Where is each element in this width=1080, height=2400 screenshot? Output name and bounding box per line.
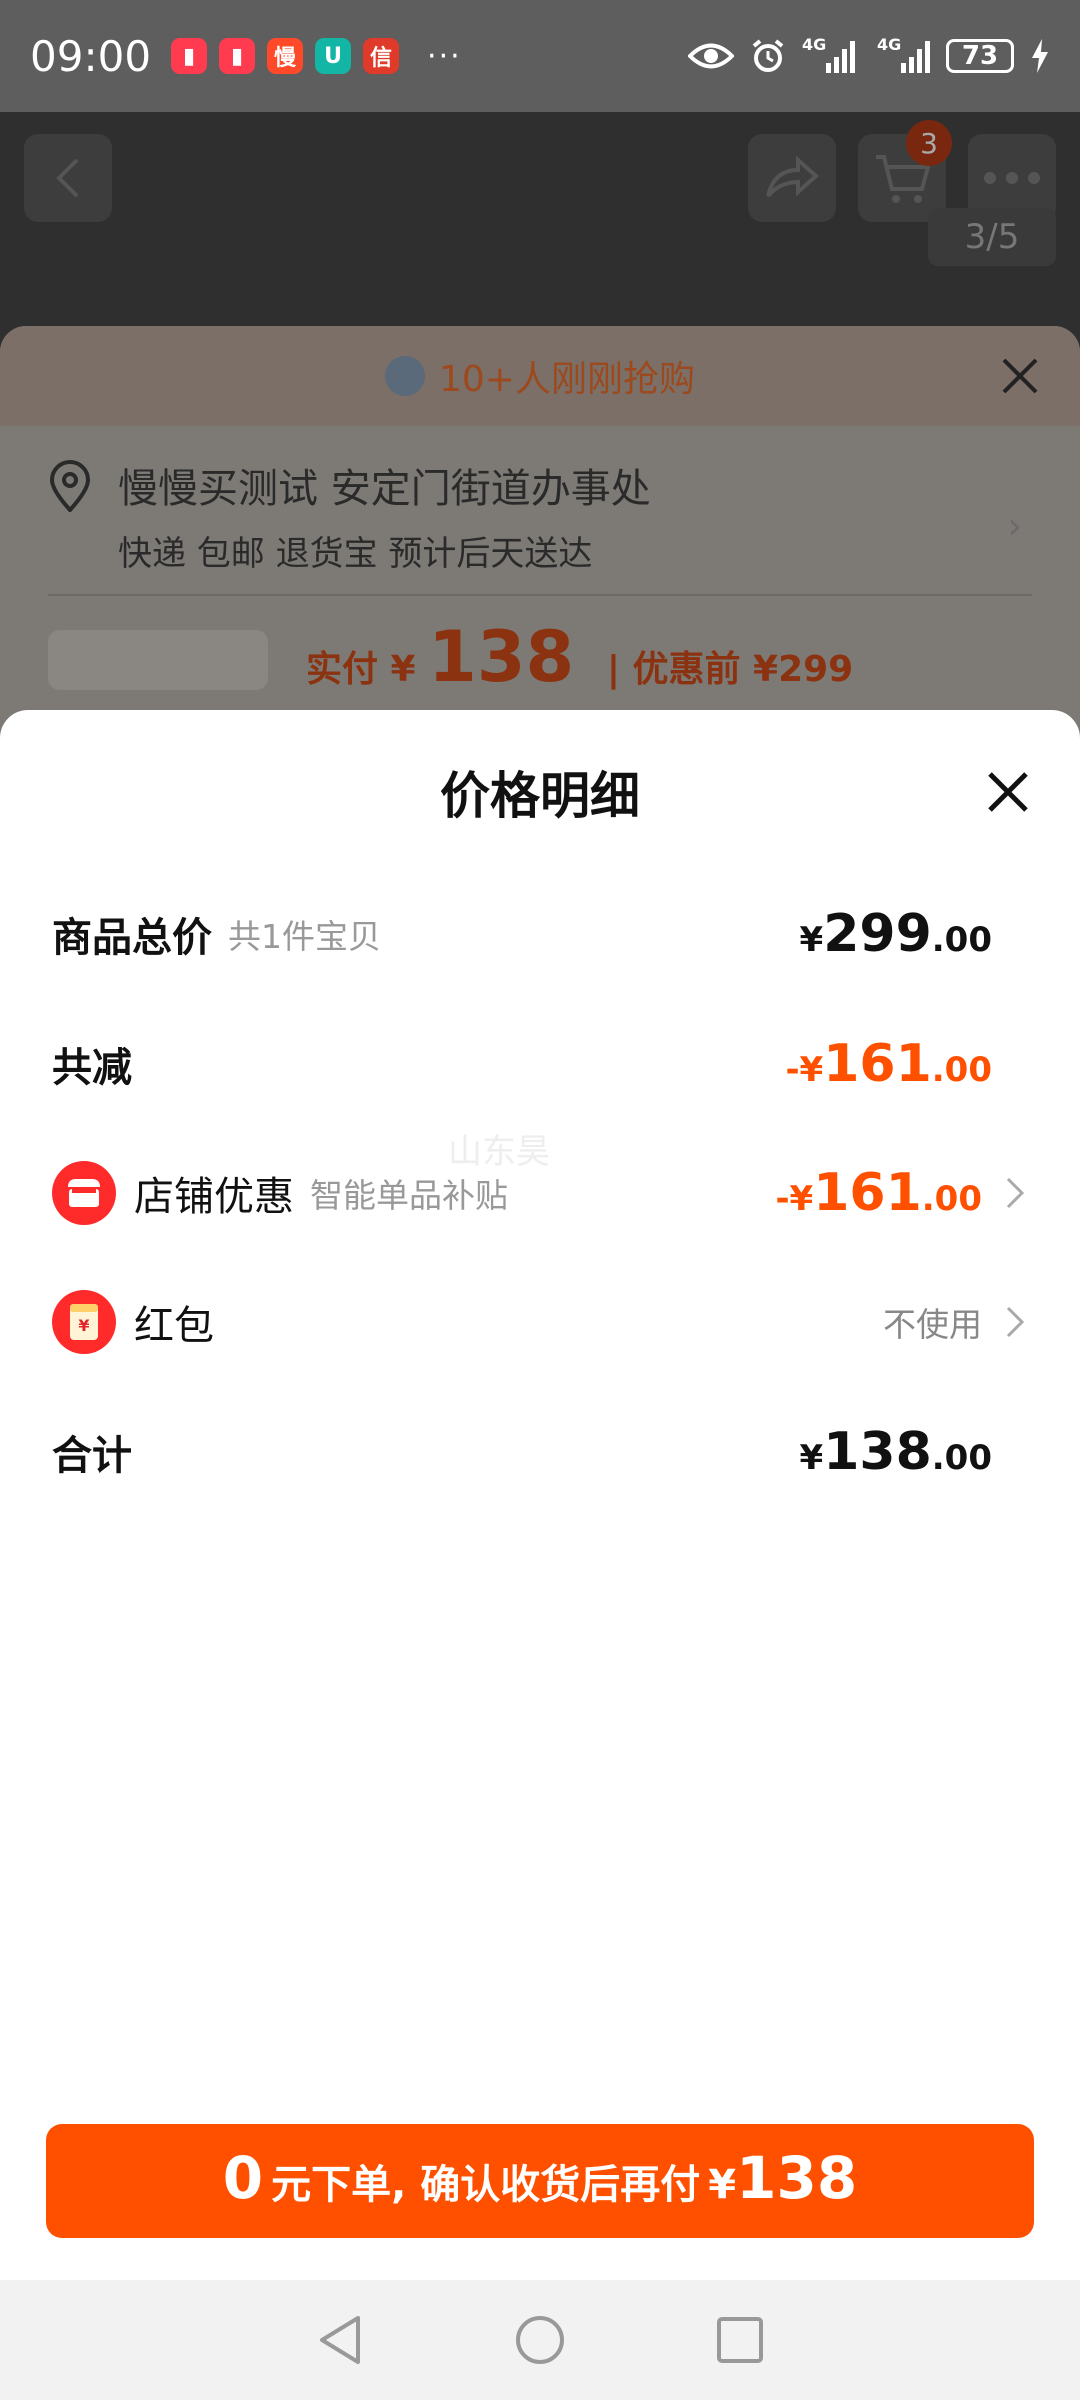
- divider: [48, 594, 1032, 596]
- svg-text:¥: ¥: [78, 1316, 89, 1335]
- battery-indicator: 73: [946, 39, 1014, 73]
- image-counter: 3/5: [928, 208, 1056, 266]
- cart-count-badge: 3: [906, 120, 952, 166]
- location-pin-icon: [49, 460, 91, 512]
- nav-back-button[interactable]: [310, 2310, 370, 2370]
- pay-label: 实付 ¥: [306, 649, 416, 690]
- red-packet-value: 不使用: [883, 1305, 982, 1344]
- back-arrow-icon: [56, 158, 79, 198]
- shop-coupon-sub: 智能单品补贴: [310, 1176, 508, 1215]
- sum-label: 合计: [52, 1433, 132, 1479]
- back-button[interactable]: [24, 134, 112, 222]
- original-price: | 优惠前 ¥299: [606, 649, 854, 690]
- red-packet-label: 红包: [134, 1303, 214, 1349]
- watermark: 山东昊: [448, 1132, 550, 1172]
- chevron-right-icon: ›: [1007, 506, 1022, 547]
- notification-icons: ▮ ▮ 慢 U 信 ···: [171, 38, 462, 74]
- row-red-packet[interactable]: ¥ 红包 不使用: [52, 1282, 1028, 1362]
- address-section[interactable]: 慢慢买测试 安定门街道办事处 快递 包邮 退货宝 预计后天送达 ›: [48, 456, 1032, 575]
- pay-amount: 138: [428, 616, 575, 698]
- row-sum: 合计 ¥138.00: [52, 1412, 1028, 1492]
- more-dots-icon: [984, 172, 1040, 184]
- red-packet-icon: ¥: [52, 1290, 116, 1354]
- alarm-icon: [752, 39, 784, 72]
- cta-yen: ¥: [708, 2162, 737, 2208]
- total-price-label: 商品总价: [52, 915, 212, 961]
- nav-recents-icon: [717, 2317, 763, 2363]
- place-order-button[interactable]: 0 元下单, 确认收货后再付 ¥ 138: [46, 2124, 1034, 2238]
- nav-home-icon: [516, 2316, 564, 2364]
- shop-coupon-label: 店铺优惠: [134, 1174, 294, 1220]
- red-book-icon: ▮: [171, 38, 208, 74]
- delivery-info: 快递 包邮 退货宝 预计后天送达: [118, 534, 593, 574]
- avatar: [385, 356, 425, 396]
- share-icon: [766, 156, 820, 198]
- status-bar: 09:00 ▮ ▮ 慢 U 信 ··· 4G 4G 73: [0, 0, 1080, 112]
- buyers-text: 10+人刚刚抢购: [439, 359, 695, 400]
- chevron-right-icon: [1006, 1306, 1025, 1338]
- shop-icon: [52, 1161, 116, 1225]
- row-total-discount: 共减 -¥ 161.00: [52, 1024, 1028, 1104]
- share-button[interactable]: [748, 134, 836, 222]
- man-app-icon: 慢: [267, 38, 304, 74]
- discount-value: -¥ 161.00: [785, 1034, 992, 1094]
- status-right: 4G 4G 73: [688, 35, 1050, 74]
- signal-icon: 4G: [802, 35, 855, 73]
- price-detail-sheet: 价格明细 商品总价 共1件宝贝 ¥299.00 共减 -¥ 161.00 店铺优…: [0, 710, 1080, 2280]
- nav-home-button[interactable]: [510, 2310, 570, 2370]
- signal-icon-2: 4G: [877, 35, 930, 73]
- pay-price: 实付 ¥ 138 | 优惠前 ¥299: [306, 616, 853, 698]
- sheet-title: 价格明细: [440, 767, 640, 825]
- cta-text: 元下单, 确认收货后再付: [271, 2162, 701, 2208]
- more-notifications: ···: [427, 38, 462, 74]
- cta-zero: 0: [222, 2144, 264, 2212]
- charging-icon: [1032, 39, 1048, 73]
- system-nav-bar: [0, 2280, 1080, 2400]
- nav-back-icon: [320, 2316, 360, 2364]
- close-icon[interactable]: [1000, 356, 1040, 396]
- close-button[interactable]: [986, 770, 1030, 814]
- item-count: 共1件宝贝: [228, 917, 381, 956]
- red-app-icon: 信: [363, 38, 400, 74]
- nav-recents-button[interactable]: [710, 2310, 770, 2370]
- cta-amount: 138: [736, 2144, 858, 2212]
- network-type-label: 4G: [802, 35, 827, 54]
- sum-value: ¥138.00: [799, 1422, 992, 1482]
- discount-label: 共减: [52, 1045, 132, 1091]
- chevron-right-icon: [1006, 1177, 1025, 1209]
- product-thumbnail: [48, 630, 268, 690]
- network-type-label-2: 4G: [877, 35, 902, 54]
- status-time: 09:00: [30, 31, 152, 81]
- address-name: 慢慢买测试 安定门街道办事处: [118, 466, 651, 512]
- row-total-price: 商品总价 共1件宝贝 ¥299.00: [52, 894, 1028, 974]
- screen: 09:00 ▮ ▮ 慢 U 信 ··· 4G 4G 73 3 3/5 10+人刚…: [0, 0, 1080, 2400]
- red-book-icon-2: ▮: [219, 38, 256, 74]
- eye-icon: [688, 43, 734, 69]
- buyers-banner: 10+人刚刚抢购: [0, 326, 1080, 426]
- teal-app-icon: U: [315, 38, 352, 74]
- total-price-value: ¥299.00: [799, 904, 992, 964]
- shop-coupon-value: -¥ 161.00: [775, 1163, 982, 1223]
